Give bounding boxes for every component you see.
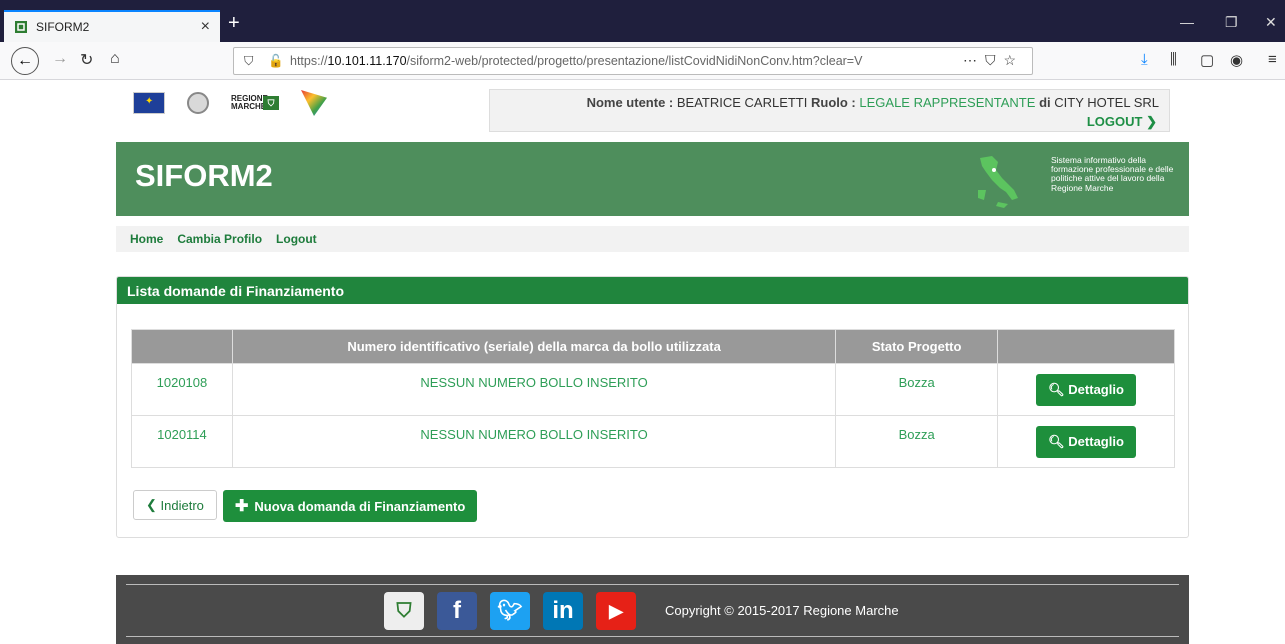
nuova-domanda-label: Nuova domanda di Finanziamento (254, 498, 466, 514)
footer-divider (126, 636, 1179, 637)
row-stato: Bozza (835, 363, 999, 416)
institution-logos: REGIONE MARCHE⛉ (133, 90, 327, 116)
column-header-actions (997, 329, 1175, 364)
indietro-label: Indietro (160, 497, 204, 513)
page-actions-icon[interactable]: ⋯ (963, 52, 985, 68)
column-header-bollo: Numero identificativo (seriale) della ma… (231, 329, 837, 364)
regione-marche-logo-text: REGIONE MARCHE (231, 94, 268, 111)
copyright-text: Copyright © 2015-2017 Regione Marche (665, 603, 899, 618)
role-label: Ruolo : (811, 95, 856, 110)
tracking-shield-icon[interactable]: ⛉ (244, 54, 258, 69)
table-row: 1020108 NESSUN NUMERO BOLLO INSERITO Boz… (131, 363, 1175, 416)
logout-label: LOGOUT (1086, 114, 1143, 129)
panel-title: Lista domande di Finanziamento (117, 277, 1188, 304)
browser-navbar: ← → ↻ ⌂ ⛉ 🔓 https://10.101.11.170/siform… (0, 42, 1285, 80)
row-bollo: NESSUN NUMERO BOLLO INSERITO (231, 415, 837, 468)
browser-tabbar: SIFORM2 × + — ❐ ✕ (0, 0, 1285, 42)
linkedin-icon[interactable]: in (543, 592, 583, 630)
company-name: CITY HOTEL SRL (1054, 95, 1159, 110)
breadcrumb-cambia-profilo[interactable]: Cambia Profilo (177, 232, 262, 246)
nuova-domanda-button[interactable]: ✚ Nuova domanda di Finanziamento (223, 490, 478, 522)
account-icon[interactable]: ◉ (1230, 51, 1243, 69)
home-icon[interactable]: ⌂ (110, 50, 120, 68)
forward-icon[interactable]: → (52, 50, 68, 68)
breadcrumb-home[interactable]: Home (130, 232, 163, 246)
italian-republic-emblem (187, 92, 209, 114)
pocket-icon[interactable]: ⛉ (985, 52, 1004, 68)
url-path: /siform2-web/protected/progetto/presenta… (406, 54, 863, 68)
italy-map-icon (978, 156, 1018, 208)
regione-marche-icon[interactable]: ⛉ (384, 592, 424, 630)
company-prefix: di (1039, 95, 1051, 110)
minimize-icon[interactable]: — (1180, 14, 1194, 30)
column-header-stato: Stato Progetto (835, 329, 999, 364)
page-footer: ⛉ f 🐦︎ in ▶ Copyright © 2015-2017 Region… (116, 575, 1189, 644)
url-bar[interactable]: ⛉ 🔓 https://10.101.11.170/siform2-web/pr… (233, 47, 1033, 75)
chevron-left-icon: ❮ (146, 497, 157, 512)
plus-icon: ✚ (235, 498, 249, 515)
row-stato: Bozza (835, 415, 999, 468)
youtube-icon[interactable]: ▶ (596, 592, 636, 630)
search-icon: 🔍︎ (1048, 433, 1065, 449)
chevron-right-icon: ❯ (1146, 114, 1157, 129)
dettaglio-label: Dettaglio (1068, 381, 1124, 397)
tab-close-icon[interactable]: × (201, 18, 210, 36)
url-text[interactable]: https://10.101.11.170/siform2-web/protec… (290, 54, 862, 68)
browser-tab[interactable]: SIFORM2 × (4, 10, 220, 42)
sidebar-icon[interactable]: ▢ (1200, 51, 1214, 69)
menu-icon[interactable]: ≡ (1268, 51, 1277, 68)
row-id: 1020114 (131, 415, 233, 468)
table-header-row: Numero identificativo (seriale) della ma… (131, 329, 1175, 364)
window-close-icon[interactable]: ✕ (1265, 14, 1277, 31)
user-info-box: Nome utente : BEATRICE CARLETTI Ruolo : … (489, 89, 1170, 132)
insecure-lock-icon[interactable]: 🔓 (268, 54, 284, 69)
fse-logo (301, 90, 327, 116)
social-links: ⛉ f 🐦︎ in ▶ (384, 592, 636, 630)
banner-title: SIFORM2 (135, 158, 273, 193)
footer-divider (126, 584, 1179, 585)
eu-flag-logo (133, 92, 165, 114)
row-bollo: NESSUN NUMERO BOLLO INSERITO (231, 363, 837, 416)
user-name: BEATRICE CARLETTI (676, 95, 808, 110)
url-prefix: https:// (290, 54, 328, 68)
bookmark-star-icon[interactable]: ☆ (1003, 52, 1024, 68)
row-id: 1020108 (131, 363, 233, 416)
breadcrumb-logout[interactable]: Logout (276, 232, 317, 246)
role-value: LEGALE RAPPRESENTANTE (859, 95, 1036, 110)
url-host: 10.101.11.170 (327, 54, 407, 68)
library-icon[interactable]: ⫼ (1170, 51, 1177, 68)
siform-banner: SIFORM2 Sistema informativo della formaz… (116, 142, 1189, 216)
tab-title: SIFORM2 (36, 20, 90, 34)
regione-marche-logo: REGIONE MARCHE ⛉ (231, 95, 279, 111)
downloads-icon[interactable]: ⤓ (1141, 51, 1148, 68)
facebook-icon[interactable]: f (437, 592, 477, 630)
logout-link[interactable]: LOGOUT ❯ (1087, 114, 1157, 130)
domande-panel: Lista domande di Finanziamento Numero id… (116, 276, 1189, 538)
column-header-id (131, 329, 233, 364)
dettaglio-button[interactable]: 🔍︎ Dettaglio (1036, 373, 1136, 406)
new-tab-icon[interactable]: + (228, 12, 240, 35)
twitter-icon[interactable]: 🐦︎ (490, 592, 530, 630)
table-row: 1020114 NESSUN NUMERO BOLLO INSERITO Boz… (131, 415, 1175, 468)
siform-favicon-icon (15, 21, 27, 33)
search-icon: 🔍︎ (1048, 381, 1065, 397)
banner-description: Sistema informativo della formazione pro… (1051, 155, 1174, 193)
dettaglio-label: Dettaglio (1068, 433, 1124, 449)
reload-icon[interactable]: ↻ (80, 50, 93, 70)
indietro-button[interactable]: ❮ Indietro (133, 490, 217, 520)
dettaglio-button[interactable]: 🔍︎ Dettaglio (1036, 425, 1136, 458)
user-label: Nome utente : (586, 95, 674, 110)
breadcrumb: Home Cambia Profilo Logout (116, 226, 1189, 252)
back-icon[interactable]: ← (11, 47, 39, 75)
domande-table: Numero identificativo (seriale) della ma… (131, 329, 1175, 468)
restore-icon[interactable]: ❐ (1225, 14, 1238, 31)
